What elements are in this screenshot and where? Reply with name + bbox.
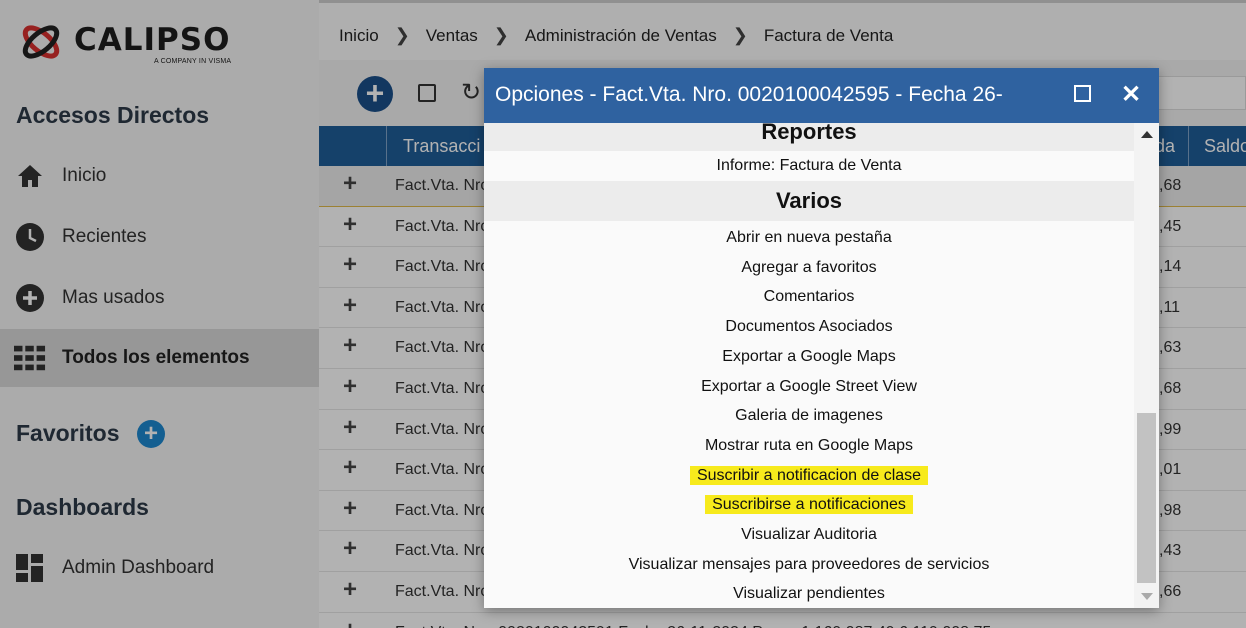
close-icon[interactable]: ✕ — [1121, 80, 1141, 109]
option-item[interactable]: Galeria de imagenes — [484, 405, 1134, 429]
modal-title: Opciones - Fact.Vta. Nro. 0020100042595 … — [495, 83, 1003, 106]
option-label: Documentos Asociados — [725, 318, 893, 336]
modal-header: Opciones - Fact.Vta. Nro. 0020100042595 … — [484, 68, 1159, 123]
option-item[interactable]: Visualizar Auditoria — [484, 524, 1134, 548]
option-label: Visualizar Auditoria — [741, 526, 877, 543]
section-varios: Varios — [484, 181, 1134, 221]
maximize-icon[interactable] — [1074, 85, 1091, 102]
scroll-down-icon[interactable] — [1141, 593, 1153, 600]
option-label: Suscribir a notificacion de clase — [689, 465, 929, 485]
scroll-thumb[interactable] — [1137, 413, 1156, 583]
option-label: Visualizar pendientes — [733, 585, 885, 603]
option-label: Abrir en nueva pestaña — [726, 229, 892, 246]
options-modal: Opciones - Fact.Vta. Nro. 0020100042595 … — [484, 68, 1159, 608]
option-item[interactable]: Visualizar pendientes — [484, 583, 1134, 607]
option-item[interactable]: Visualizar mensajes para proveedores de … — [484, 554, 1134, 578]
option-label: Comentarios — [763, 288, 855, 306]
option-item[interactable]: Agregar a favoritos — [484, 257, 1134, 281]
option-label: Exportar a Google Maps — [722, 347, 896, 365]
modal-body: Reportes Informe: Factura de Venta Vario… — [484, 123, 1134, 608]
modal-scrollbar[interactable] — [1134, 123, 1159, 608]
option-item[interactable]: Documentos Asociados — [484, 316, 1134, 340]
option-item[interactable]: Suscribir a notificacion de clase — [484, 465, 1134, 489]
option-item[interactable]: Mostrar ruta en Google Maps — [484, 435, 1134, 459]
option-label: Visualizar mensajes para proveedores de … — [628, 555, 990, 573]
option-item[interactable]: Suscribirse a notificaciones — [484, 494, 1134, 518]
option-item[interactable]: Exportar a Google Street View — [484, 376, 1134, 400]
option-item[interactable]: Exportar a Google Maps — [484, 346, 1134, 370]
option-label: Galeria de imagenes — [735, 407, 883, 425]
option-label: Agregar a favoritos — [741, 258, 877, 276]
scroll-up-icon[interactable] — [1141, 131, 1153, 138]
option-label: Suscribirse a notificaciones — [705, 495, 913, 515]
option-label: Exportar a Google Street View — [701, 377, 917, 395]
option-label: Mostrar ruta en Google Maps — [704, 436, 914, 454]
option-item[interactable]: Comentarios — [484, 286, 1134, 310]
option-informe-factura[interactable]: Informe: Factura de Venta — [484, 155, 1134, 179]
section-reportes: Reportes — [484, 123, 1134, 151]
option-item[interactable]: Abrir en nueva pestaña — [484, 227, 1134, 251]
